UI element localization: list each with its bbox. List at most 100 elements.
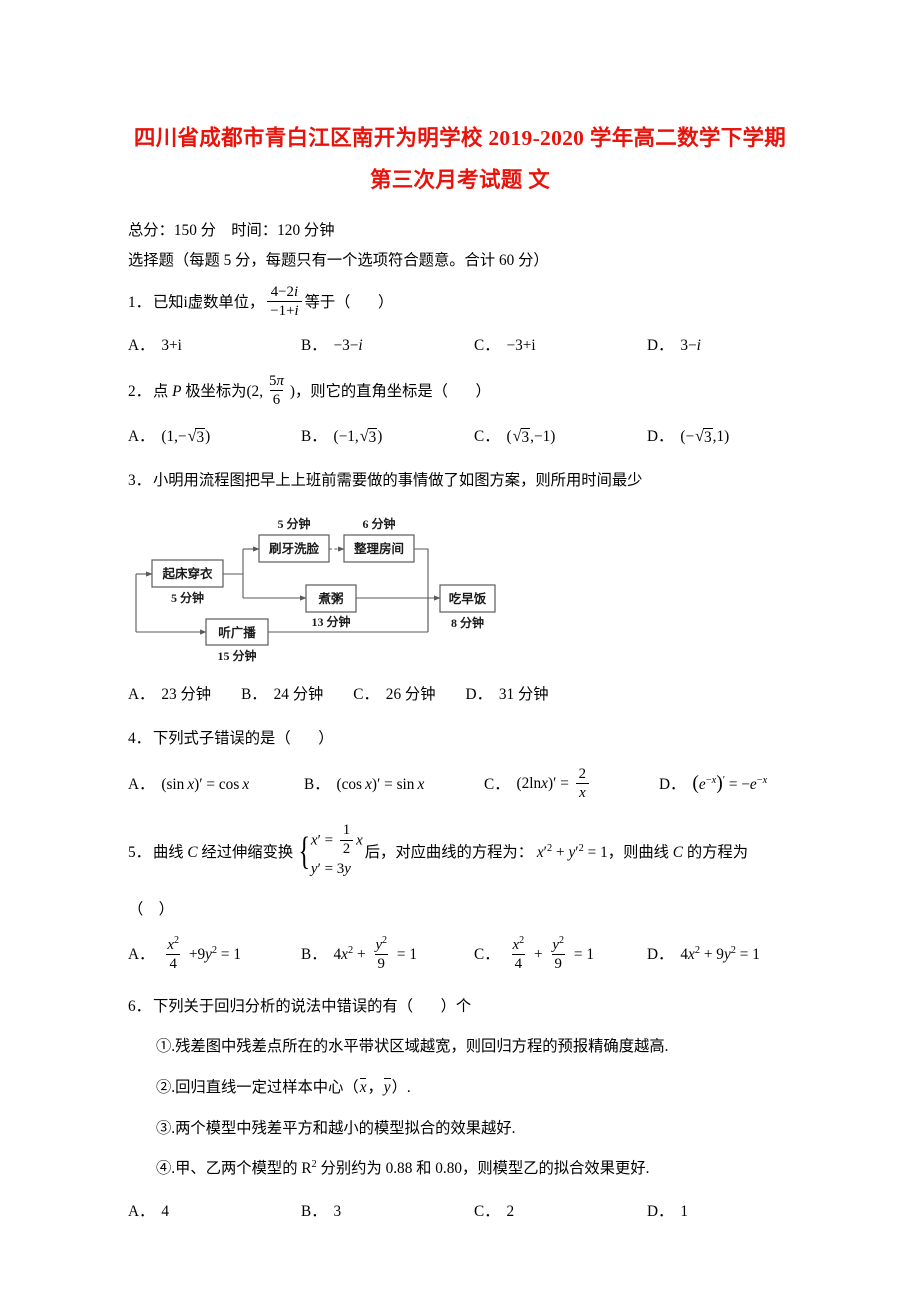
y-bar-symbol: y — [383, 1078, 391, 1097]
edge-tidy-merge — [414, 548, 429, 630]
option-6-B-label: B． — [301, 1203, 327, 1221]
option-3-D-value: 31 分钟 — [498, 686, 549, 704]
option-1-C-label: C． — [474, 337, 500, 355]
flow-duration-tidy: 6 分钟 — [362, 516, 395, 531]
system-row-1: x′ = 12x — [310, 821, 363, 857]
question-1-options: A． 3+i B． −3−i C． −3+i D． 3−i — [128, 334, 820, 358]
option-5-C[interactable]: C． x2 4 + y2 9 = 1 — [474, 934, 647, 973]
question-1: 1． 已知i虚数单位， 4−2i −1+i 等于（ ） A． 3+i B． −3… — [128, 284, 820, 358]
option-4-A[interactable]: A． (sin x)′ = cos x — [128, 773, 304, 797]
option-6-C-value: 2 — [506, 1203, 515, 1221]
flowchart-diagram: 起床穿衣 刷牙洗脸 整理房间 煮粥 听广播 吃早饭 5 分钟 5 分钟 6 分钟… — [128, 504, 528, 669]
question-6-stem: 6． 下列关于回归分析的说法中错误的有（ ）个 — [128, 995, 820, 1019]
option-4-C-value: (2lnx)′ = 2x — [517, 766, 593, 802]
question-2-stem-close: ） — [475, 382, 491, 400]
option-3-B-value: 24 分钟 — [273, 686, 324, 704]
question-1-answer-blank — [350, 291, 378, 315]
exam-body: 总分：150 分 时间：120 分钟 选择题（每题 5 分，每题只有一个选项符合… — [0, 219, 920, 1224]
option-1-D-value: 3−i — [680, 337, 701, 355]
question-4-stem: 4． 下列式子错误的是（ ） — [128, 727, 820, 751]
question-5-stem-mid: 后，对应曲线的方程为： — [364, 843, 534, 861]
question-5-system: { x′ = 12x y′ = 3y — [295, 821, 363, 881]
system-rows: x′ = 12x y′ = 3y — [310, 821, 363, 881]
option-1-A[interactable]: A． 3+i — [128, 334, 301, 358]
option-1-C[interactable]: C． −3+i — [474, 334, 647, 358]
option-2-C-value: (√ 3 ,−1) — [506, 427, 556, 447]
option-5-C-value: x2 4 + y2 9 = 1 — [511, 934, 594, 972]
question-4: 4． 下列式子错误的是（ ） A． (sin x)′ = cos x B． (c… — [128, 727, 820, 802]
option-3-D[interactable]: D． 31 分钟 — [466, 683, 549, 707]
question-5-equation: x′2 + y′2 = 1 — [536, 842, 608, 861]
option-6-C-label: C． — [474, 1203, 500, 1221]
exam-instruction-line: 选择题（每题 5 分，每题只有一个选项符合题意。合计 60 分） — [128, 251, 549, 269]
option-5-B-value: 4x2 + y2 9 = 1 — [333, 934, 418, 972]
question-2-denominator: 6 — [269, 390, 284, 408]
option-4-A-label: A． — [128, 775, 155, 793]
option-1-D[interactable]: D． 3−i — [647, 334, 820, 358]
option-4-B-label: B． — [304, 775, 330, 793]
question-6-subitem-3: ③.两个模型中残差平方和越小的模型拟合的效果越好. — [156, 1119, 516, 1137]
question-3-number: 3． — [128, 471, 151, 489]
option-3-A-value: 23 分钟 — [161, 686, 212, 704]
question-6-options: A． 4 B． 3 C． 2 D． 1 — [128, 1200, 820, 1224]
title-line-1: 四川省成都市青白江区南开为明学校 2019-2020 学年高二数学下学期 — [133, 126, 787, 150]
option-1-B[interactable]: B． −3−i — [301, 334, 474, 358]
option-4-C[interactable]: C． (2lnx)′ = 2x — [484, 766, 659, 802]
question-3: 3． 小明用流程图把早上上班前需要做的事情做了如图方案，则所用时间最少 起床穿衣… — [128, 469, 820, 707]
option-6-B[interactable]: B． 3 — [301, 1200, 474, 1224]
option-1-D-label: D． — [647, 337, 674, 355]
option-3-C[interactable]: C． 26 分钟 — [353, 683, 435, 707]
option-2-B[interactable]: B． (−1, √ 3) — [301, 425, 474, 449]
option-4-A-value: (sin x)′ = cos x — [161, 775, 250, 793]
exam-score-line: 总分：150 分 时间：120 分钟 — [128, 221, 335, 239]
option-5-D[interactable]: D． 4x2 + 9y2 = 1 — [647, 943, 820, 967]
flow-node-eat-label: 吃早饭 — [449, 591, 487, 606]
flow-node-brush-label: 刷牙洗脸 — [269, 541, 320, 556]
question-3-options: A． 23 分钟 B． 24 分钟 C． 26 分钟 D． 31 分钟 — [128, 683, 820, 707]
question-2-answer-blank — [448, 380, 476, 404]
page-title: 四川省成都市青白江区南开为明学校 2019-2020 学年高二数学下学期 第三次… — [0, 0, 920, 202]
question-1-stem-before: 已知i虚数单位， — [152, 293, 265, 311]
flow-duration-radio: 15 分钟 — [217, 648, 256, 663]
option-3-A[interactable]: A． 23 分钟 — [128, 683, 211, 707]
question-2-numerator: 5π — [269, 373, 284, 390]
question-6-answer-blank — [413, 995, 441, 1019]
option-5-A-value: x2 4 +9y2 = 1 — [166, 934, 242, 972]
option-2-A-value: (1,− √ 3) — [161, 427, 211, 447]
question-1-denominator: −1+i — [267, 301, 302, 319]
option-1-A-label: A． — [128, 337, 155, 355]
question-1-number: 1． — [128, 293, 151, 311]
question-6-subitem-4: ④.甲、乙两个模型的 R2 分别约为 0.88 和 0.80，则模型乙的拟合效果… — [156, 1159, 650, 1178]
option-6-A[interactable]: A． 4 — [128, 1200, 301, 1224]
question-2: 2． 点 P 极坐标为(2, 5π 6 )，则它的直角坐标是（ ） A． (1,… — [128, 373, 820, 449]
option-5-B[interactable]: B． 4x2 + y2 9 = 1 — [301, 934, 474, 973]
option-5-A-label: A． — [128, 946, 155, 964]
option-6-D-label: D． — [647, 1203, 674, 1221]
option-4-D[interactable]: D． (e−x)′ = −e−x — [659, 773, 767, 797]
option-2-D[interactable]: D． (− √ 3,1) — [647, 425, 820, 449]
question-2-stem-after: )，则它的直角坐标是（ — [289, 382, 448, 400]
option-3-B[interactable]: B． 24 分钟 — [241, 683, 323, 707]
option-3-D-label: D． — [465, 686, 492, 704]
question-5-stem: 5． 曲线 C 经过伸缩变换 { x′ = 12x y′ = 3y 后，对应曲线… — [128, 821, 820, 881]
question-5-answer-paren: （ ） — [128, 900, 174, 918]
option-3-B-label: B． — [241, 686, 267, 704]
question-6-stem-text: 下列关于回归分析的说法中错误的有（ — [152, 997, 414, 1015]
option-1-B-value: −3−i — [333, 337, 363, 355]
option-2-C[interactable]: C． (√ 3 ,−1) — [474, 425, 647, 449]
flow-duration-congee: 13 分钟 — [311, 614, 350, 629]
option-6-A-label: A． — [128, 1203, 155, 1221]
option-4-B-value: (cos x)′ = sin x — [336, 775, 425, 793]
option-2-A[interactable]: A． (1,− √ 3) — [128, 425, 301, 449]
option-4-B[interactable]: B． (cos x)′ = sin x — [304, 773, 484, 797]
flow-node-congee-label: 煮粥 — [317, 591, 343, 606]
option-6-D[interactable]: D． 1 — [647, 1200, 820, 1224]
option-5-A[interactable]: A． x2 4 +9y2 = 1 — [128, 934, 301, 973]
option-6-C[interactable]: C． 2 — [474, 1200, 647, 1224]
question-2-stem: 2． 点 P 极坐标为(2, 5π 6 )，则它的直角坐标是（ ） — [128, 373, 820, 409]
flow-duration-getup: 5 分钟 — [171, 590, 204, 605]
option-4-D-value: (e−x)′ = −e−x — [692, 772, 768, 794]
question-5-options: A． x2 4 +9y2 = 1 B． 4x2 + y2 9 = 1 C． x2 4 — [128, 934, 820, 973]
question-4-number: 4． — [128, 730, 151, 748]
option-5-D-value: 4x2 + 9y2 = 1 — [680, 945, 760, 964]
